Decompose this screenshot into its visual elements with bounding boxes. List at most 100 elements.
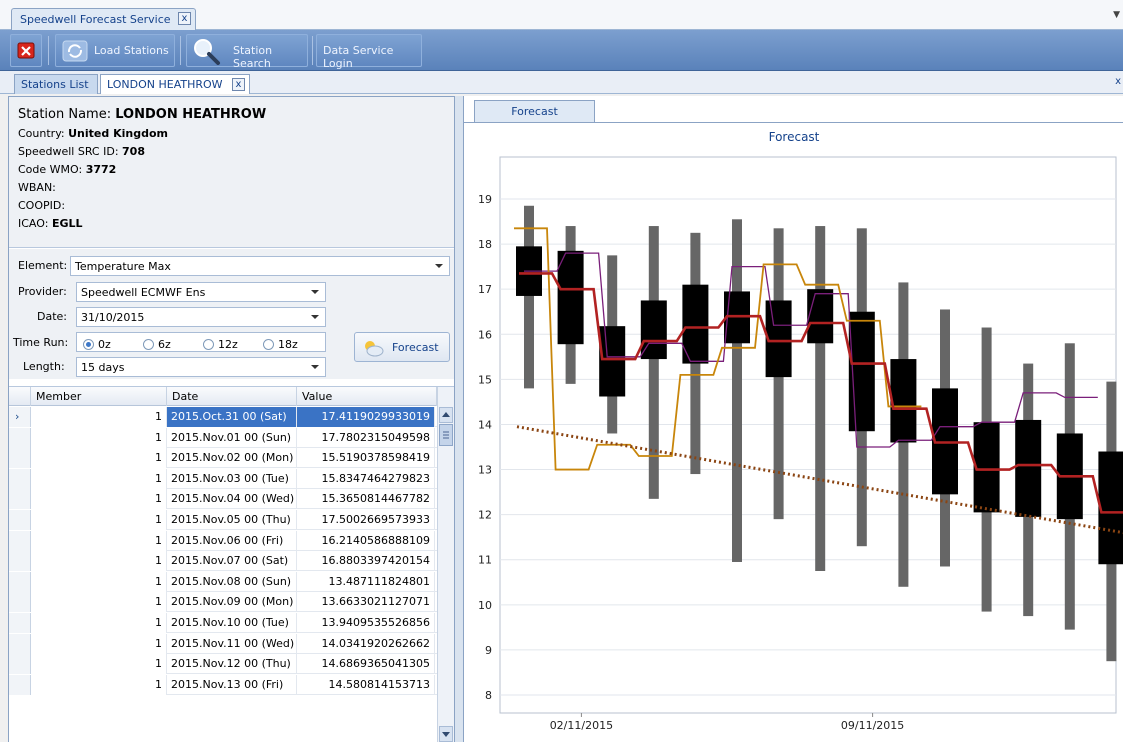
tab-list-chevron-icon[interactable]: ▼ <box>1113 10 1120 20</box>
table-row[interactable]: 1 2015.Nov.01 00 (Sun) 17.7802315049598 <box>9 427 454 448</box>
tab-stations-list[interactable]: Stations List <box>14 74 98 94</box>
forecast-button-label: Forecast <box>392 341 439 354</box>
table-row[interactable]: 1 2015.Nov.07 00 (Sat) 16.8803397420154 <box>9 551 454 572</box>
grid-header-value[interactable]: Value <box>297 387 437 406</box>
radio-icon <box>263 339 274 350</box>
y-tick-label: 16 <box>478 328 492 341</box>
table-row[interactable]: 1 2015.Nov.12 00 (Thu) 14.6869365041305 <box>9 654 454 675</box>
forecast-button[interactable]: Forecast <box>354 332 450 362</box>
element-select[interactable]: Temperature Max <box>70 256 450 276</box>
row-indicator <box>9 448 31 469</box>
grid-header-date[interactable]: Date <box>167 387 297 406</box>
time-run-18z-label: 18z <box>278 338 298 351</box>
cell-member: 1 <box>31 551 167 572</box>
table-row[interactable]: 1 2015.Nov.06 00 (Fri) 16.2140586888109 <box>9 530 454 551</box>
station-search-label: Station Search <box>233 44 273 70</box>
row-indicator: › <box>9 407 31 427</box>
date-picker-value: 31/10/2015 <box>81 311 145 324</box>
cell-date: 2015.Nov.06 00 (Fri) <box>167 530 297 551</box>
cell-value: 14.6869365041305 <box>297 654 435 675</box>
y-tick-label: 12 <box>478 509 492 522</box>
cell-member: 1 <box>31 674 167 695</box>
provider-label: Provider: <box>18 285 67 298</box>
close-pane-icon[interactable]: x <box>1115 76 1121 87</box>
tab-forecast-chart[interactable]: Forecast <box>474 100 595 122</box>
cell-member: 1 <box>31 468 167 489</box>
radio-selected-icon <box>83 339 94 350</box>
doc-tab-speedwell[interactable]: Speedwell Forecast Service x <box>11 8 196 30</box>
cell-member: 1 <box>31 633 167 654</box>
cell-member: 1 <box>31 427 167 448</box>
station-tab-close-icon[interactable]: x <box>232 78 245 91</box>
pane-splitter[interactable] <box>455 96 463 742</box>
data-service-login-button[interactable]: Data Service Login <box>316 34 422 70</box>
cell-value: 16.8803397420154 <box>297 551 435 572</box>
table-row[interactable]: 1 2015.Nov.08 00 (Sun) 13.487111824801 <box>9 571 454 592</box>
cell-date: 2015.Oct.31 00 (Sat) <box>167 407 297 427</box>
chevron-down-icon <box>435 264 443 268</box>
box <box>973 422 1000 513</box>
cell-member: 1 <box>31 613 167 633</box>
whisker-bar <box>524 205 534 389</box>
refresh-icon <box>62 40 88 62</box>
table-row[interactable]: 1 2015.Nov.03 00 (Tue) 15.8347464279823 <box>9 468 454 489</box>
table-row[interactable]: 1 2015.Nov.04 00 (Wed) 15.3650814467782 <box>9 489 454 510</box>
table-row[interactable]: 1 2015.Nov.13 00 (Fri) 14.580814153713 <box>9 674 454 695</box>
time-run-12z[interactable]: 12z <box>203 338 238 351</box>
grid-header-indicator <box>9 387 31 406</box>
table-row[interactable]: 1 2015.Nov.09 00 (Mon) 13.6633021127071 <box>9 592 454 613</box>
station-tab-strip: Stations List LONDON HEATHROW x x <box>0 71 1123 94</box>
y-tick-label: 9 <box>485 644 492 657</box>
station-search-button[interactable]: Station Search <box>186 34 308 70</box>
cell-date: 2015.Nov.01 00 (Sun) <box>167 427 297 448</box>
grip-icon <box>443 431 449 439</box>
date-picker[interactable]: 31/10/2015 <box>76 307 326 327</box>
cell-member: 1 <box>31 407 167 427</box>
row-indicator <box>9 427 31 448</box>
y-tick-label: 17 <box>478 283 492 296</box>
cell-date: 2015.Nov.08 00 (Sun) <box>167 571 297 592</box>
cell-value: 15.3650814467782 <box>297 489 435 510</box>
toolbar-separator <box>312 36 313 65</box>
table-row[interactable]: 1 2015.Nov.10 00 (Tue) 13.9409535526856 <box>9 613 454 633</box>
scroll-down-button[interactable] <box>439 726 453 742</box>
doc-tab-close-icon[interactable]: x <box>178 12 191 25</box>
scroll-thumb[interactable] <box>439 424 453 446</box>
country-label: Country: <box>18 127 65 140</box>
length-select[interactable]: 15 days <box>76 357 326 377</box>
exit-button[interactable] <box>10 34 42 67</box>
cell-member: 1 <box>31 489 167 510</box>
station-name-line: Station Name: LONDON HEATHROW <box>18 107 454 127</box>
icao-value: EGLL <box>51 217 83 230</box>
cell-date: 2015.Nov.11 00 (Wed) <box>167 633 297 654</box>
grid-header-member[interactable]: Member <box>31 387 167 406</box>
magnifier-icon <box>194 39 220 65</box>
load-stations-button[interactable]: Load Stations <box>55 34 175 67</box>
length-select-value: 15 days <box>81 361 125 374</box>
row-indicator <box>9 674 31 695</box>
row-indicator <box>9 654 31 675</box>
y-tick-label: 18 <box>478 238 492 251</box>
time-run-18z[interactable]: 18z <box>263 338 298 351</box>
cell-date: 2015.Nov.04 00 (Wed) <box>167 489 297 510</box>
provider-select[interactable]: Speedwell ECMWF Ens <box>76 282 326 302</box>
table-row[interactable]: 1 2015.Nov.11 00 (Wed) 14.0341920262662 <box>9 633 454 654</box>
length-label: Length: <box>23 360 65 373</box>
cell-member: 1 <box>31 654 167 675</box>
row-indicator <box>9 489 31 510</box>
time-run-6z[interactable]: 6z <box>143 338 171 351</box>
cell-value: 13.6633021127071 <box>297 592 435 613</box>
scroll-up-icon <box>442 412 450 417</box>
grid-scrollbar[interactable] <box>437 387 454 742</box>
table-row[interactable]: 1 2015.Nov.02 00 (Mon) 15.5190378598419 <box>9 448 454 469</box>
table-row[interactable]: › 1 2015.Oct.31 00 (Sat) 17.4119029933019 <box>9 407 454 427</box>
table-row[interactable]: 1 2015.Nov.05 00 (Thu) 17.5002669573933 <box>9 510 454 530</box>
grid-header: Member Date Value <box>9 387 454 406</box>
tab-london-heathrow[interactable]: LONDON HEATHROW x <box>100 74 250 94</box>
cell-date: 2015.Nov.07 00 (Sat) <box>167 551 297 572</box>
time-run-0z[interactable]: 0z <box>83 338 111 351</box>
toolbar-separator <box>180 36 181 65</box>
scroll-up-button[interactable] <box>439 407 453 423</box>
wmo-value: 3772 <box>85 163 117 176</box>
coopid-line: COOPID: <box>18 199 454 217</box>
